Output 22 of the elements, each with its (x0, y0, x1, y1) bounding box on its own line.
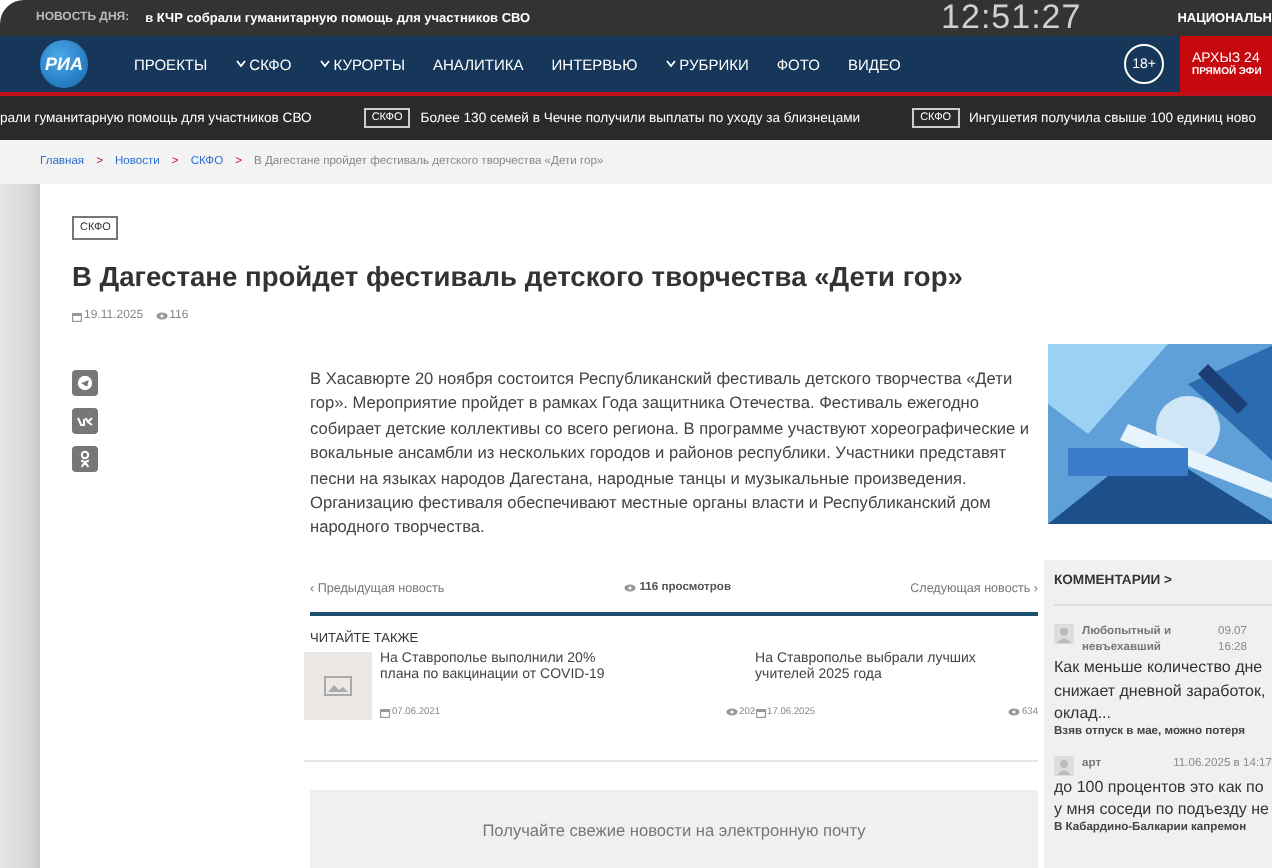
calendar-icon (380, 707, 390, 718)
article-title: В Дагестане пройдет фестиваль детского творчества «Дети гор» (72, 262, 965, 292)
image-icon (324, 675, 352, 696)
calendar-icon (72, 311, 82, 321)
telegram-icon[interactable] (72, 370, 98, 396)
newsletter-banner[interactable]: Получайте свежие новости на электронную почту (310, 789, 1038, 868)
comment-text: Как меньше количество дне (1054, 656, 1265, 679)
article-body: В Хасавюрте 20 ноября состоится Республиканский фестиваль детского творчества «Дети гор». Мероприятие пройдет в рамках Года защитника Отечества. Фестиваль ежегодно собирает детские коллективы со всего региона. В программе участвуют хореографические и вокальные ансамбли из нескольких городов и районов республики. Участники представят песни на языках народов Дагестана, народные танцы и музыкальные произведения. Организацию фестиваля обеспечивают местные органы власти и Республиканский дом народного творчества. (310, 366, 1032, 540)
clock: 12:51:27 (941, 0, 1082, 38)
eye-icon (623, 584, 636, 593)
comment-text: до 100 процентов это как по (1054, 775, 1266, 798)
odnoklassniki-icon[interactable] (72, 446, 98, 472)
eye-icon (725, 708, 738, 717)
eye-icon (155, 312, 168, 320)
comment-text: у мня соседи по подъезду не (1054, 798, 1271, 821)
avatar-icon (1054, 624, 1074, 644)
comment-text: оклад... (1054, 702, 1113, 725)
eye-icon (1007, 708, 1020, 717)
vk-icon[interactable] (72, 408, 98, 434)
comment-text: снижает дневной заработок, (1054, 679, 1268, 702)
calendar-icon (755, 707, 766, 718)
avatar-icon (1054, 755, 1074, 775)
